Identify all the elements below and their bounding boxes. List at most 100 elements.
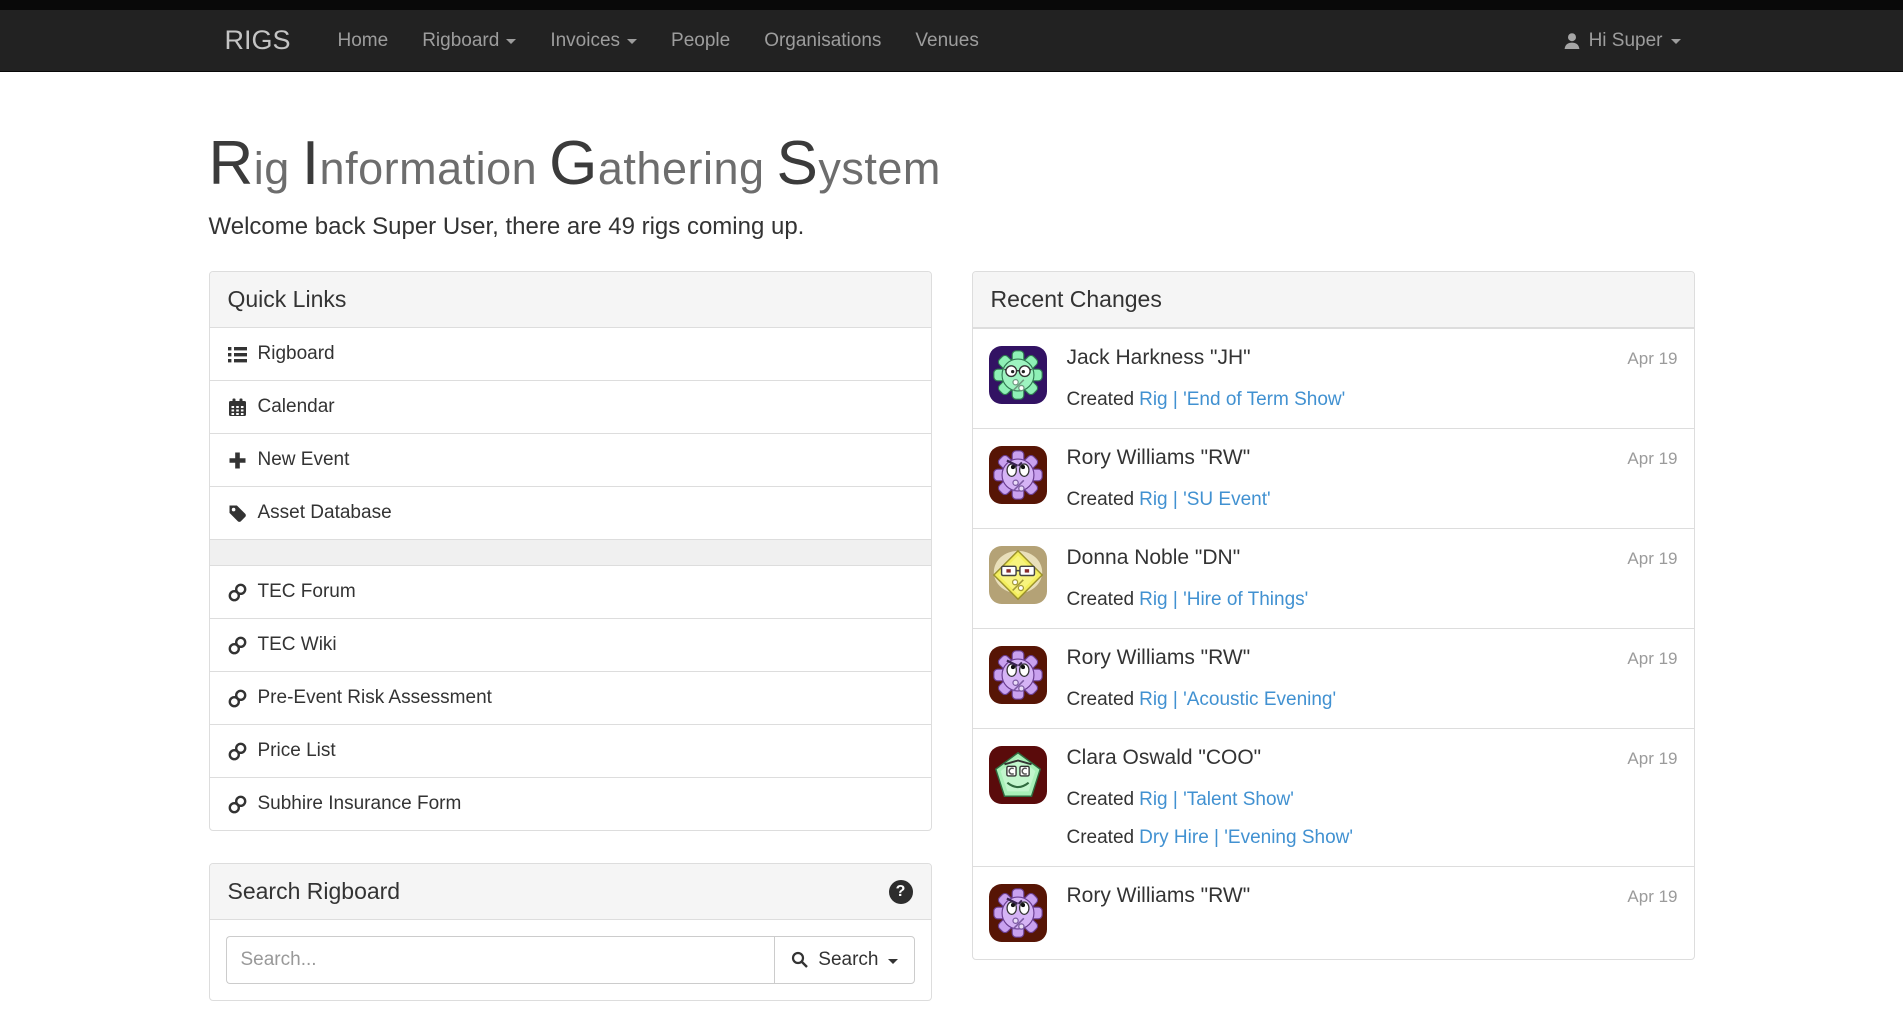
chevron-down-icon xyxy=(1671,39,1681,44)
action-prefix: Created xyxy=(1067,589,1135,610)
list-icon xyxy=(228,345,247,364)
change-link[interactable]: Rig | 'Hire of Things' xyxy=(1139,589,1308,610)
green-gear-monster-avatar xyxy=(989,346,1047,404)
change-link[interactable]: Rig | 'Talent Show' xyxy=(1139,789,1294,810)
quick-link-label: Subhire Insurance Form xyxy=(258,793,462,815)
recent-change-item: Jack Harkness "JH"Apr 19 CreatedRig | 'E… xyxy=(973,328,1694,428)
quick-link-pre-event-risk-assessment[interactable]: Pre-Event Risk Assessment xyxy=(210,671,931,724)
quick-link-label: New Event xyxy=(258,449,350,471)
chevron-down-icon xyxy=(506,39,516,44)
change-date: Apr 19 xyxy=(1627,449,1677,469)
change-link[interactable]: Rig | 'Acoustic Evening' xyxy=(1139,689,1336,710)
title-initial: R xyxy=(209,129,254,198)
purple-gear-monster-avatar xyxy=(989,446,1047,504)
nav-item-home[interactable]: Home xyxy=(321,10,406,71)
nav-item-people[interactable]: People xyxy=(654,10,747,71)
nav-item-venues[interactable]: Venues xyxy=(898,10,995,71)
plus-icon xyxy=(228,451,247,470)
nav-item-label: Home xyxy=(338,30,389,52)
person-icon xyxy=(1563,32,1581,50)
recent-change-item: Rory Williams "RW" Apr 19 xyxy=(973,866,1694,959)
purple-gear-monster-avatar xyxy=(989,884,1047,942)
recent-changes-heading: Recent Changes xyxy=(973,272,1694,328)
change-date: Apr 19 xyxy=(1627,349,1677,369)
quick-link-label: Asset Database xyxy=(258,502,392,524)
quick-link-tec-forum[interactable]: TEC Forum xyxy=(210,565,931,618)
quick-links-heading: Quick Links xyxy=(210,272,931,328)
person-name: Rory Williams "RW" xyxy=(1067,884,1251,908)
quick-link-price-list[interactable]: Price List xyxy=(210,724,931,777)
quick-link-calendar[interactable]: Calendar xyxy=(210,380,931,433)
title-rest: ystem xyxy=(818,143,941,194)
change-action: CreatedRig | 'Acoustic Evening' xyxy=(1067,689,1678,711)
action-prefix: Created xyxy=(1067,389,1135,410)
action-prefix: Created xyxy=(1067,689,1135,710)
chevron-down-icon xyxy=(888,959,898,964)
change-action: CreatedDry Hire | 'Evening Show' xyxy=(1067,827,1678,849)
question-circle-icon[interactable]: ? xyxy=(889,880,913,904)
quick-link-label: Calendar xyxy=(258,396,335,418)
title-initial: G xyxy=(549,129,598,198)
green-pentagon-monster-avatar xyxy=(989,746,1047,804)
link-icon xyxy=(228,742,247,761)
person-name: Donna Noble "DN" xyxy=(1067,546,1241,570)
change-date: Apr 19 xyxy=(1627,649,1677,669)
change-link[interactable]: Rig | 'End of Term Show' xyxy=(1139,389,1345,410)
quick-link-subhire-insurance-form[interactable]: Subhire Insurance Form xyxy=(210,777,931,830)
user-menu-label: Hi Super xyxy=(1589,30,1663,52)
quick-link-label: TEC Forum xyxy=(258,581,356,603)
link-icon xyxy=(228,583,247,602)
link-icon xyxy=(228,636,247,655)
title-rest: ig xyxy=(254,143,290,194)
person-name: Rory Williams "RW" xyxy=(1067,646,1251,670)
quick-link-label: Rigboard xyxy=(258,343,335,365)
person-name: Clara Oswald "COO" xyxy=(1067,746,1262,770)
search-input[interactable] xyxy=(226,936,775,984)
quick-link-new-event[interactable]: New Event xyxy=(210,433,931,486)
change-action: CreatedRig | 'Hire of Things' xyxy=(1067,589,1678,611)
recent-changes-panel: Recent Changes Jack Harkness "JH"Apr 19 … xyxy=(972,271,1695,960)
search-rigboard-heading: Search Rigboard ? xyxy=(210,864,931,920)
panel-title: Recent Changes xyxy=(991,286,1162,313)
quick-link-asset-database[interactable]: Asset Database xyxy=(210,486,931,539)
change-link[interactable]: Dry Hire | 'Evening Show' xyxy=(1139,827,1353,848)
search-button[interactable]: Search xyxy=(774,936,914,984)
change-date: Apr 19 xyxy=(1627,887,1677,907)
nav-item-label: Rigboard xyxy=(422,30,499,52)
quick-link-label: Price List xyxy=(258,740,336,762)
nav-item-invoices[interactable]: Invoices xyxy=(533,10,654,71)
title-initial: I xyxy=(302,129,320,198)
link-icon xyxy=(228,689,247,708)
title-rest: athering xyxy=(598,143,765,194)
quick-links-panel: Quick Links Rigboard Calendar New Event … xyxy=(209,271,932,831)
chevron-down-icon xyxy=(627,39,637,44)
recent-change-item: Donna Noble "DN" Apr 19 CreatedRig | 'Hir… xyxy=(973,528,1694,628)
recent-change-item: Rory Williams "RW"Apr 19 CreatedRig | 'S… xyxy=(973,428,1694,528)
change-link[interactable]: Rig | 'SU Event' xyxy=(1139,489,1271,510)
quick-link-label: TEC Wiki xyxy=(258,634,337,656)
change-date: Apr 19 xyxy=(1627,749,1677,769)
action-prefix: Created xyxy=(1067,827,1135,848)
search-rigboard-panel: Search Rigboard ? Search xyxy=(209,863,932,1001)
nav-item-rigboard[interactable]: Rigboard xyxy=(405,10,533,71)
quick-link-rigboard[interactable]: Rigboard xyxy=(210,328,931,380)
purple-gear-monster-avatar xyxy=(989,646,1047,704)
quick-link-label: Pre-Event Risk Assessment xyxy=(258,687,492,709)
quick-link-tec-wiki[interactable]: TEC Wiki xyxy=(210,618,931,671)
calendar-icon xyxy=(228,398,247,417)
recent-change-item: Rory Williams "RW" Apr 19 CreatedRig | 'A… xyxy=(973,628,1694,728)
change-action: CreatedRig | 'End of Term Show' xyxy=(1067,389,1678,411)
change-action: CreatedRig | 'Talent Show' xyxy=(1067,789,1678,811)
yellow-diamond-monster-avatar xyxy=(989,546,1047,604)
tag-icon xyxy=(228,504,247,523)
change-date: Apr 19 xyxy=(1627,549,1677,569)
recent-change-item: Clara Oswald "COO" Apr 19 CreatedRig | 'T… xyxy=(973,728,1694,866)
user-menu[interactable]: Hi Super xyxy=(1547,10,1697,71)
nav-item-label: People xyxy=(671,30,730,52)
action-prefix: Created xyxy=(1067,789,1135,810)
brand-link[interactable]: RIGS xyxy=(207,10,321,71)
main-navbar: RIGS Home Rigboard Invoices People Organ… xyxy=(0,10,1903,72)
nav-item-label: Invoices xyxy=(550,30,620,52)
nav-item-organisations[interactable]: Organisations xyxy=(747,10,898,71)
list-separator xyxy=(210,539,931,565)
